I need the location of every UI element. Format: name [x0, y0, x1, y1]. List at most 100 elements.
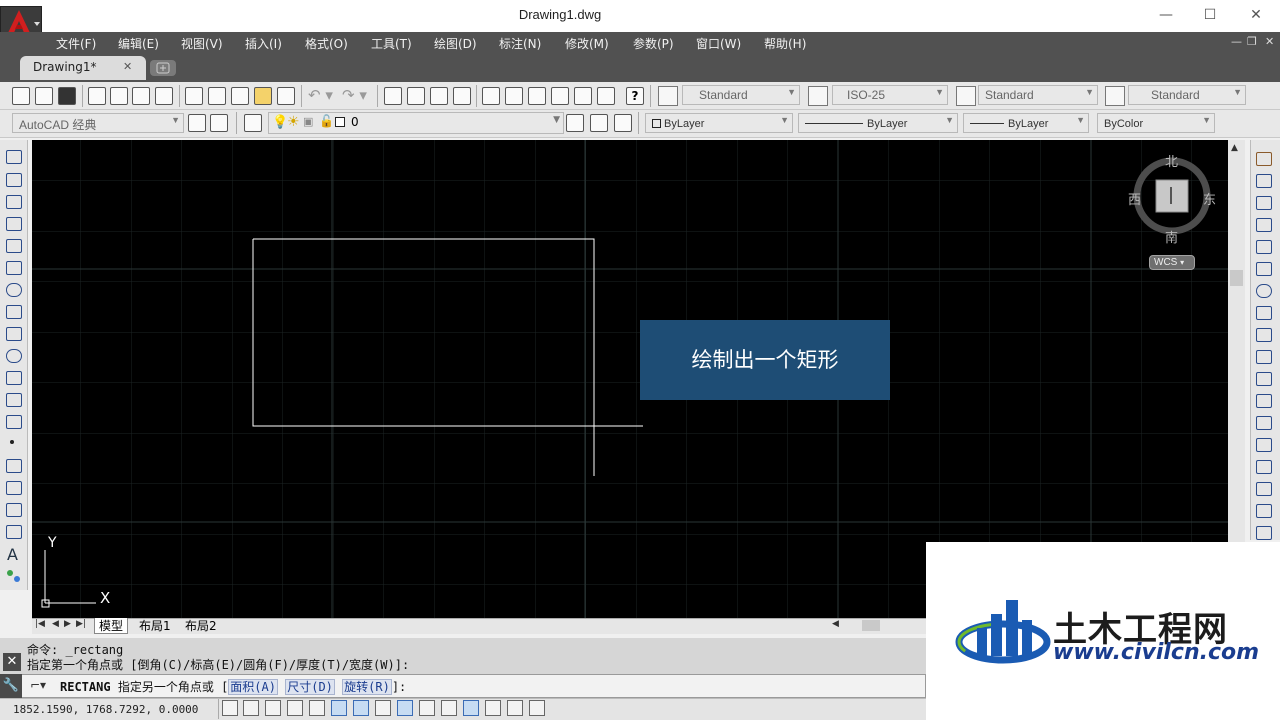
- viewcube-west-label[interactable]: 西: [1128, 189, 1141, 208]
- mirror-icon[interactable]: [1256, 196, 1272, 210]
- option-area[interactable]: 面积(A): [228, 679, 278, 695]
- design-center-icon[interactable]: [505, 87, 523, 105]
- minimize-button[interactable]: —: [1143, 5, 1189, 27]
- tab-layout1[interactable]: 布局1: [135, 618, 175, 634]
- viewcube-south-label[interactable]: 南: [1165, 227, 1178, 246]
- polygon-icon[interactable]: [6, 217, 22, 231]
- layer-previous-icon[interactable]: [590, 114, 608, 132]
- explode-icon[interactable]: [1256, 526, 1272, 540]
- dynamic-ucs-icon[interactable]: [397, 700, 413, 716]
- 3d-print-icon[interactable]: [155, 87, 173, 105]
- new-tab-button[interactable]: [150, 60, 176, 76]
- ellipse-icon[interactable]: [6, 349, 22, 363]
- scroll-up-icon[interactable]: ▲: [1231, 143, 1238, 153]
- quickcalc-icon[interactable]: [597, 87, 615, 105]
- chamfer-icon[interactable]: [1256, 460, 1272, 474]
- make-current-layer-icon[interactable]: [566, 114, 584, 132]
- copy-object-icon[interactable]: [1256, 174, 1272, 188]
- arc-icon[interactable]: [6, 261, 22, 275]
- fillet-icon[interactable]: [1256, 482, 1272, 496]
- menu-tools[interactable]: 工具(T): [371, 35, 412, 52]
- doc-close-button[interactable]: ✕: [1265, 35, 1274, 48]
- match-properties-icon[interactable]: [277, 87, 295, 105]
- trim-icon[interactable]: [1256, 350, 1272, 364]
- rotate-icon[interactable]: [1256, 284, 1272, 298]
- publish-icon[interactable]: [132, 87, 150, 105]
- properties-icon[interactable]: [482, 87, 500, 105]
- menu-insert[interactable]: 插入(I): [245, 35, 282, 52]
- rectangle-icon[interactable]: [6, 239, 22, 253]
- ellipse-arc-icon[interactable]: [6, 371, 22, 385]
- wcs-menu-button[interactable]: WCS ▾: [1149, 255, 1195, 270]
- construction-line-icon[interactable]: [6, 173, 22, 187]
- menu-parametric[interactable]: 参数(P): [633, 35, 674, 52]
- ortho-mode-icon[interactable]: [287, 700, 303, 716]
- spline-icon[interactable]: [6, 327, 22, 341]
- snap-mode-icon[interactable]: [243, 700, 259, 716]
- dim-style-combo[interactable]: ISO-25 ▼: [832, 85, 948, 105]
- object-snap-tracking-icon[interactable]: [375, 700, 391, 716]
- doc-restore-button[interactable]: ❐: [1247, 35, 1257, 48]
- cut-icon[interactable]: [185, 87, 203, 105]
- next-layout-icon[interactable]: ▶: [64, 619, 71, 629]
- annotation-monitor-icon[interactable]: [529, 700, 545, 716]
- polyline-icon[interactable]: [6, 195, 22, 209]
- option-rotation[interactable]: 旋转(R): [342, 679, 392, 695]
- menu-modify[interactable]: 修改(M): [565, 35, 609, 52]
- quick-properties-icon[interactable]: [485, 700, 501, 716]
- erase-icon[interactable]: [1256, 152, 1272, 166]
- zoom-window-icon[interactable]: [430, 87, 448, 105]
- menu-help[interactable]: 帮助(H): [764, 35, 806, 52]
- layer-combo[interactable]: 💡 ☀ ▣ 🔓 0 ▼: [268, 112, 564, 134]
- help-icon[interactable]: ?: [626, 87, 644, 105]
- coordinate-display[interactable]: 1852.1590, 1768.7292, 0.0000: [13, 703, 198, 716]
- linetype-combo[interactable]: ByLayer ▼: [798, 113, 958, 133]
- save-icon[interactable]: [58, 87, 76, 105]
- plot-preview-icon[interactable]: [110, 87, 128, 105]
- zoom-realtime-icon[interactable]: [407, 87, 425, 105]
- sheet-set-icon[interactable]: [551, 87, 569, 105]
- viewcube-north-label[interactable]: 北: [1165, 151, 1178, 170]
- layer-properties-icon[interactable]: [244, 114, 262, 132]
- table-style-combo[interactable]: Standard ▼: [978, 85, 1098, 105]
- redo-icon[interactable]: ↷ ▾: [342, 86, 367, 104]
- tab-layout2[interactable]: 布局2: [181, 618, 221, 634]
- paste-block-icon[interactable]: [254, 87, 272, 105]
- transparency-icon[interactable]: [463, 700, 479, 716]
- menu-window[interactable]: 窗口(W): [696, 35, 741, 52]
- break-at-point-icon[interactable]: [1256, 394, 1272, 408]
- menu-edit[interactable]: 编辑(E): [118, 35, 159, 52]
- blend-curves-icon[interactable]: [1256, 504, 1272, 518]
- pan-icon[interactable]: [384, 87, 402, 105]
- menu-file[interactable]: 文件(F): [56, 35, 96, 52]
- maximize-button[interactable]: ☐: [1187, 5, 1233, 27]
- menu-draw[interactable]: 绘图(D): [434, 35, 477, 52]
- move-icon[interactable]: [1256, 262, 1272, 276]
- multileader-style-combo[interactable]: Standard ▼: [1128, 85, 1246, 105]
- close-button[interactable]: ✕: [1233, 5, 1279, 27]
- region-icon[interactable]: [6, 503, 22, 517]
- plot-icon[interactable]: [88, 87, 106, 105]
- scale-icon[interactable]: [1256, 306, 1272, 320]
- zoom-previous-icon[interactable]: [453, 87, 471, 105]
- gradient-icon[interactable]: [6, 481, 22, 495]
- recent-commands-icon[interactable]: ⌐▾: [30, 678, 46, 692]
- infer-constraints-icon[interactable]: [222, 700, 238, 716]
- tab-model[interactable]: 模型: [94, 618, 129, 634]
- object-snap-icon[interactable]: [331, 700, 347, 716]
- workspace-settings-icon[interactable]: [188, 114, 206, 132]
- line-icon[interactable]: [6, 150, 22, 164]
- selection-cycling-icon[interactable]: [507, 700, 523, 716]
- last-layout-icon[interactable]: ▶|: [76, 619, 86, 629]
- viewcube-east-label[interactable]: 东: [1203, 189, 1216, 208]
- offset-icon[interactable]: [1256, 218, 1272, 232]
- 3d-object-snap-icon[interactable]: [353, 700, 369, 716]
- layer-states-icon[interactable]: [614, 114, 632, 132]
- doc-minimize-button[interactable]: —: [1231, 35, 1242, 48]
- clean-screen-icon[interactable]: [210, 114, 228, 132]
- add-selected-icon[interactable]: [6, 569, 22, 583]
- plotstyle-combo[interactable]: ByColor ▼: [1097, 113, 1215, 133]
- markup-icon[interactable]: [574, 87, 592, 105]
- menu-dimension[interactable]: 标注(N): [499, 35, 541, 52]
- array-icon[interactable]: [1256, 240, 1272, 254]
